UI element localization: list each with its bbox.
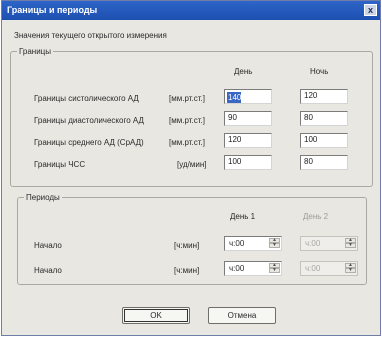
row-label-diastolic: Границы диастолического АД bbox=[34, 116, 144, 125]
periods-legend: Периоды bbox=[26, 193, 60, 202]
row-unit-systolic: [мм.рт.ст.] bbox=[169, 94, 205, 103]
periods-day2-header: День 2 bbox=[303, 212, 329, 221]
bounds-night-header: Ночь bbox=[310, 67, 329, 76]
start-2-day1-spinner[interactable]: ч:00 ▲ ▼ bbox=[224, 261, 282, 276]
window-title: Границы и периоды bbox=[7, 5, 98, 15]
start-1-day1-value: ч:00 bbox=[229, 239, 245, 248]
diastolic-night-input[interactable]: 80 bbox=[300, 111, 348, 126]
row-unit-diastolic: [мм.рт.ст.] bbox=[169, 116, 205, 125]
row-unit-heart-rate: [уд/мин] bbox=[177, 160, 207, 169]
row-label-mean: Границы среднего АД (СрАД) bbox=[34, 138, 144, 147]
systolic-day-input[interactable]: 140 bbox=[224, 89, 272, 104]
start-2-day2-spinner: ч:00 ▲ ▼ bbox=[300, 261, 358, 276]
spin-down-icon[interactable]: ▼ bbox=[269, 268, 280, 273]
period-label-start-2: Начало bbox=[34, 266, 62, 275]
period-unit-start-2: [ч:мин] bbox=[174, 266, 200, 275]
row-label-heart-rate: Границы ЧСС bbox=[34, 160, 86, 169]
heart-rate-night-input[interactable]: 80 bbox=[300, 155, 348, 170]
start-2-day1-value: ч:00 bbox=[229, 264, 245, 273]
spin-down-icon: ▼ bbox=[345, 268, 356, 273]
dialog-window: Границы и периоды x Значения текущего от… bbox=[1, 0, 381, 336]
close-button[interactable]: x bbox=[364, 4, 377, 16]
systolic-night-input[interactable]: 120 bbox=[300, 89, 348, 104]
period-label-start-1: Начало bbox=[34, 241, 62, 250]
systolic-day-value: 140 bbox=[227, 92, 241, 103]
spin-down-icon: ▼ bbox=[345, 243, 356, 248]
spin-down-icon[interactable]: ▼ bbox=[269, 243, 280, 248]
start-2-day2-value: ч:00 bbox=[305, 264, 321, 273]
mean-day-input[interactable]: 120 bbox=[224, 133, 272, 148]
mean-night-input[interactable]: 100 bbox=[300, 133, 348, 148]
title-bar[interactable]: Границы и периоды x bbox=[2, 1, 380, 20]
heart-rate-day-input[interactable]: 100 bbox=[224, 155, 272, 170]
row-unit-mean: [мм.рт.ст.] bbox=[169, 138, 205, 147]
cancel-button[interactable]: Отмена bbox=[208, 307, 276, 324]
bounds-day-header: День bbox=[234, 67, 253, 76]
start-1-day2-value: ч:00 bbox=[305, 239, 321, 248]
row-label-systolic: Границы систолического АД bbox=[34, 94, 139, 103]
intro-text: Значения текущего открытого измерения bbox=[14, 31, 167, 40]
period-unit-start-1: [ч:мин] bbox=[174, 241, 200, 250]
start-1-day2-spinner: ч:00 ▲ ▼ bbox=[300, 236, 358, 251]
diastolic-day-input[interactable]: 90 bbox=[224, 111, 272, 126]
periods-day1-header: День 1 bbox=[230, 212, 256, 221]
bounds-legend: Границы bbox=[19, 47, 51, 56]
start-1-day1-spinner[interactable]: ч:00 ▲ ▼ bbox=[224, 236, 282, 251]
ok-button[interactable]: OK bbox=[122, 307, 190, 324]
